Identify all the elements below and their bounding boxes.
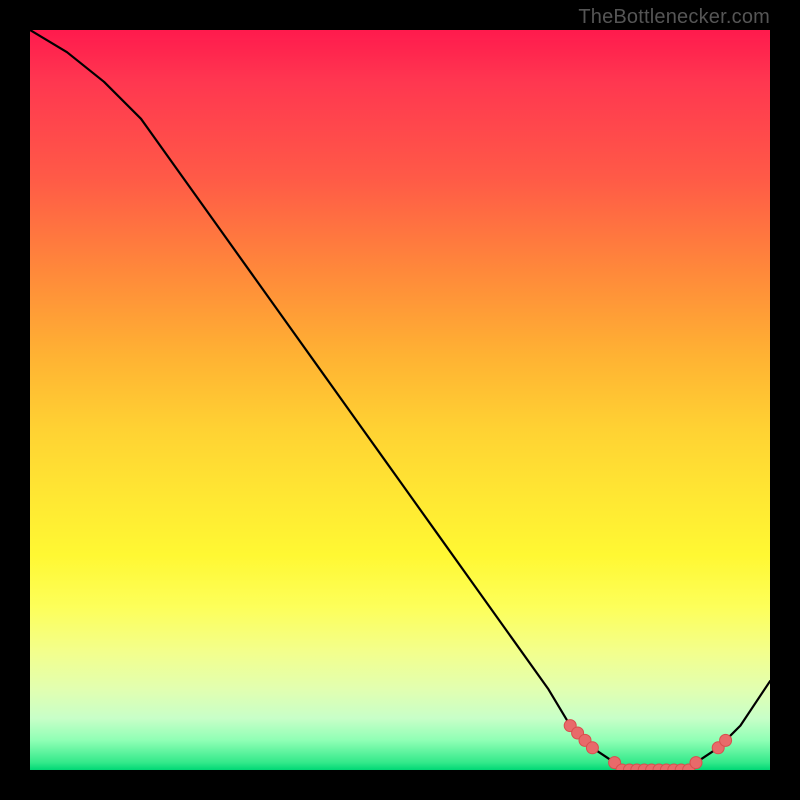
curve-overlay-svg bbox=[30, 30, 770, 770]
bottleneck-curve bbox=[30, 30, 770, 770]
chart-frame: TheBottlenecker.com bbox=[0, 0, 800, 800]
curve-marker bbox=[586, 742, 598, 754]
curve-markers bbox=[564, 720, 731, 770]
heatmap-plot-area bbox=[30, 30, 770, 770]
curve-marker bbox=[720, 734, 732, 746]
curve-marker bbox=[690, 757, 702, 769]
watermark-text: TheBottlenecker.com bbox=[578, 6, 770, 29]
